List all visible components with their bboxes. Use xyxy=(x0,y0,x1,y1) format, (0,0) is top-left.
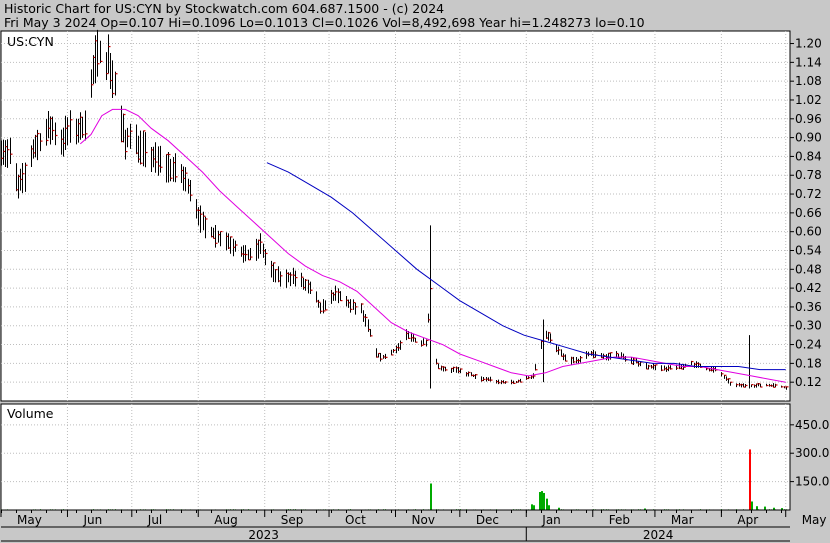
volume-tick-label: 150.0 xyxy=(795,475,829,489)
price-tick-label: 0.72 xyxy=(795,187,822,201)
price-tick-label: 0.36 xyxy=(795,300,822,314)
x-axis-year-labels: 2023 2024 xyxy=(248,528,673,542)
volume-spike-bar xyxy=(539,492,541,510)
x-month-label: Jan xyxy=(541,513,561,527)
volume-spike-bar xyxy=(764,506,766,510)
price-tick-label: 0.54 xyxy=(795,243,822,257)
volume-spike-bar xyxy=(430,483,432,510)
x-month-label: Nov xyxy=(412,513,435,527)
price-tick-label: 0.30 xyxy=(795,319,822,333)
volume-tick-label: 300.0 xyxy=(795,446,829,460)
price-tick-label: 0.84 xyxy=(795,149,822,163)
volume-spike-bar xyxy=(756,506,758,510)
x-month-label: May xyxy=(802,513,827,527)
stock-chart-page: Historic Chart for US:CYN by Stockwatch.… xyxy=(0,0,830,543)
price-tick-label: 0.90 xyxy=(795,131,822,145)
x-month-label: Jun xyxy=(82,513,102,527)
price-tick-label: 0.12 xyxy=(795,375,822,389)
x-month-label: Oct xyxy=(345,513,366,527)
volume-spike-bar xyxy=(749,449,751,510)
volume-spike-bar xyxy=(548,505,550,510)
x-year-label: 2024 xyxy=(643,528,674,542)
volume-spike-bar xyxy=(751,501,753,510)
x-month-label: Apr xyxy=(737,513,758,527)
price-tick-label: 0.24 xyxy=(795,338,822,352)
price-tick-label: 1.14 xyxy=(795,55,822,69)
price-tick-label: 0.48 xyxy=(795,262,822,276)
price-tick-label: 0.66 xyxy=(795,206,822,220)
volume-spike-bar xyxy=(531,504,533,510)
price-tick-label: 0.42 xyxy=(795,281,822,295)
price-tick-label: 0.96 xyxy=(795,112,822,126)
price-tick-label: 0.78 xyxy=(795,168,822,182)
price-panel xyxy=(0,30,791,402)
price-tick-label: 0.60 xyxy=(795,225,822,239)
volume-tick-label: 450.0 xyxy=(795,418,829,432)
volume-spike-bar xyxy=(541,491,543,510)
x-year-label: 2023 xyxy=(248,528,279,542)
price-tick-label: 1.08 xyxy=(795,74,822,88)
volume-panel-title: Volume xyxy=(7,406,54,421)
volume-axis: 450.0 300.0 150.0 xyxy=(790,418,829,489)
x-month-label: May xyxy=(17,513,42,527)
x-month-label: Sep xyxy=(281,513,304,527)
volume-spike-bar xyxy=(533,505,535,510)
price-tick-label: 0.18 xyxy=(795,356,822,370)
price-tick-label: 1.02 xyxy=(795,93,822,107)
historic-chart: 1.20 1.14 1.08 1.02 0.96 0.90 0.84 0.78 0.72 0.66… xyxy=(0,29,829,542)
price-axis: 1.20 1.14 1.08 1.02 0.96 0.90 0.84 0.78 0.72 0.66… xyxy=(790,37,822,389)
x-month-label: Aug xyxy=(214,513,237,527)
x-month-label: Feb xyxy=(609,513,630,527)
x-month-label: Jul xyxy=(147,513,162,527)
volume-spike-bar xyxy=(543,492,545,510)
x-month-label: Mar xyxy=(671,513,694,527)
x-axis-month-labels: May Jun Jul Aug Sep Oct Nov Dec Jan Feb Mar Apr May xyxy=(17,513,827,527)
x-month-label: Dec xyxy=(476,513,499,527)
price-panel-title: US:CYN xyxy=(7,34,54,49)
price-tick-label: 1.20 xyxy=(795,37,822,51)
volume-spike-bar xyxy=(546,498,548,510)
